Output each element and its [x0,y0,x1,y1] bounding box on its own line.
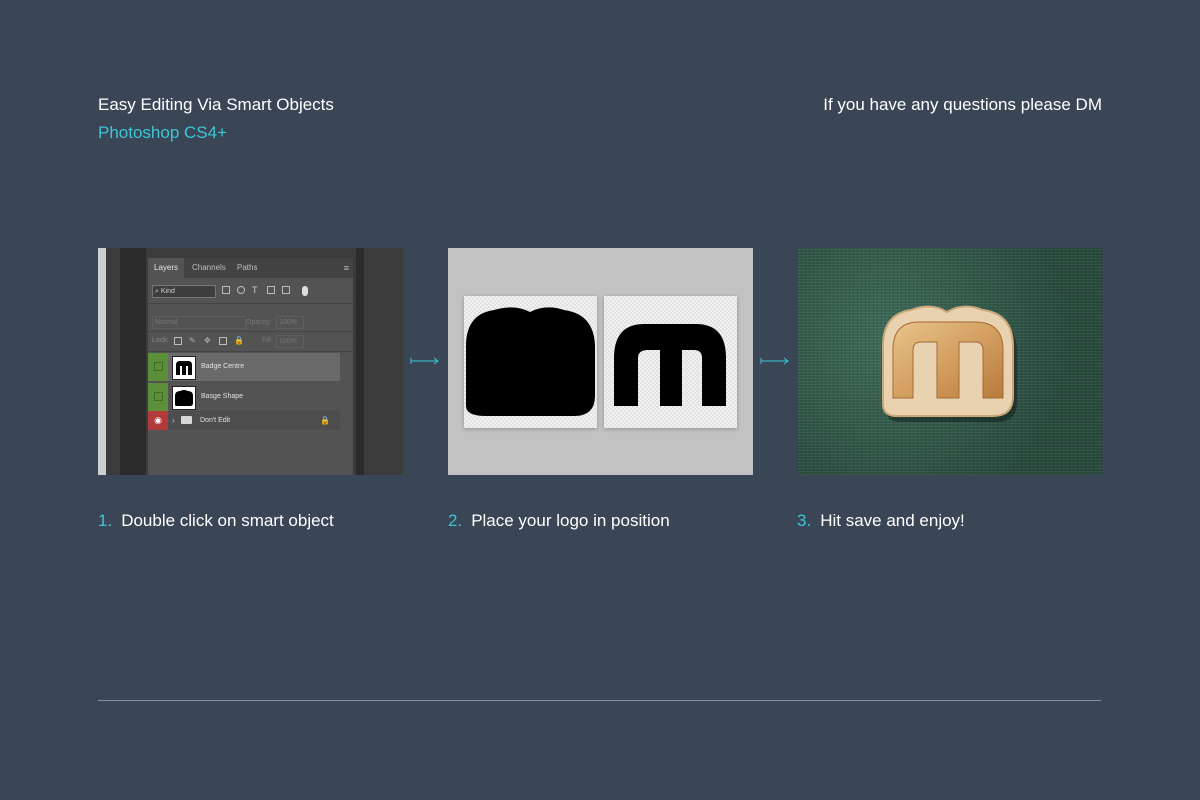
shape-filter-icon[interactable] [267,286,275,294]
lock-icon: 🔒 [320,416,330,425]
page-title: Easy Editing Via Smart Objects [98,95,334,114]
move-icon[interactable]: ✥ [204,337,212,345]
layer-name: Basge Shape [201,393,244,400]
step-number: 3. [797,511,812,530]
folder-icon [181,416,192,424]
layer-name: Badge Centre [201,363,245,370]
page-subtitle: Photoshop CS4+ [98,123,228,142]
layer-thumbnail [172,386,196,410]
arrow-right-icon [760,357,789,365]
fill-label: Fill: [262,337,273,344]
layer-thumbnail [172,356,196,380]
wooden-badge [882,305,1017,422]
eye-icon[interactable]: ◉ [148,411,168,430]
step-number: 2. [448,511,463,530]
separator [148,303,353,304]
brush-icon[interactable]: ✎ [189,337,197,345]
panel-menu-icon[interactable]: ≡ [344,263,349,273]
arrow-right-icon [410,357,439,365]
adjustment-filter-icon[interactable] [237,286,245,294]
filter-toggle-icon[interactable] [302,286,308,296]
layer-badge-centre[interactable]: Badge Centre [148,353,340,381]
panel-gutter-left [120,248,146,475]
layers-screenshot: Layers Channels Paths ≡ ⌕ Kind T Normal … [98,248,403,475]
opacity-field[interactable]: 100% [276,316,304,329]
chevron-right-icon[interactable]: › [172,411,175,430]
group-name: Don't Edit [200,417,231,424]
visibility-toggle[interactable] [148,353,168,381]
separator [148,351,353,352]
result-screenshot [797,248,1102,475]
step-2: 2. Place your logo in position [448,511,670,531]
opacity-label: Opacity: [246,319,272,326]
layer-group[interactable]: ◉ › Don't Edit 🔒 [148,411,340,430]
window-edge [98,248,106,475]
logo-document [604,296,737,428]
panel-tabs: Layers Channels Paths ≡ [148,258,353,278]
step-number: 1. [98,511,113,530]
type-filter-icon[interactable]: T [252,286,260,295]
image-filter-icon[interactable] [222,286,230,294]
step-3: 3. Hit save and enjoy! [797,511,965,531]
badge-shape-document [464,296,597,428]
contact-note: If you have any questions please DM [823,95,1102,114]
divider [98,700,1101,701]
step-text: Double click on smart object [121,511,334,530]
step-1: 1. Double click on smart object [98,511,334,531]
lock-pixels-icon[interactable] [174,337,182,345]
layers-panel: Layers Channels Paths ≡ ⌕ Kind T Normal … [148,258,353,475]
filter-kind-select[interactable]: ⌕ Kind [152,285,216,298]
step-text: Place your logo in position [471,511,670,530]
separator [148,331,353,332]
logo-placement-screenshot [448,248,753,475]
smart-object-filter-icon[interactable] [282,286,290,294]
lock-label: Lock: [152,337,169,344]
lock-all-icon[interactable]: 🔒 [234,337,244,345]
tab-paths[interactable]: Paths [231,258,263,278]
artboard-icon[interactable] [219,337,227,345]
blend-mode-select[interactable]: Normal [152,316,246,329]
layer-basge-shape[interactable]: Basge Shape [148,383,340,411]
fill-field[interactable]: 100% [276,335,304,348]
tab-channels[interactable]: Channels [186,258,232,278]
visibility-toggle[interactable] [148,383,168,411]
tab-layers[interactable]: Layers [148,258,185,278]
step-text: Hit save and enjoy! [820,511,965,530]
panel-gutter-right [356,248,364,475]
